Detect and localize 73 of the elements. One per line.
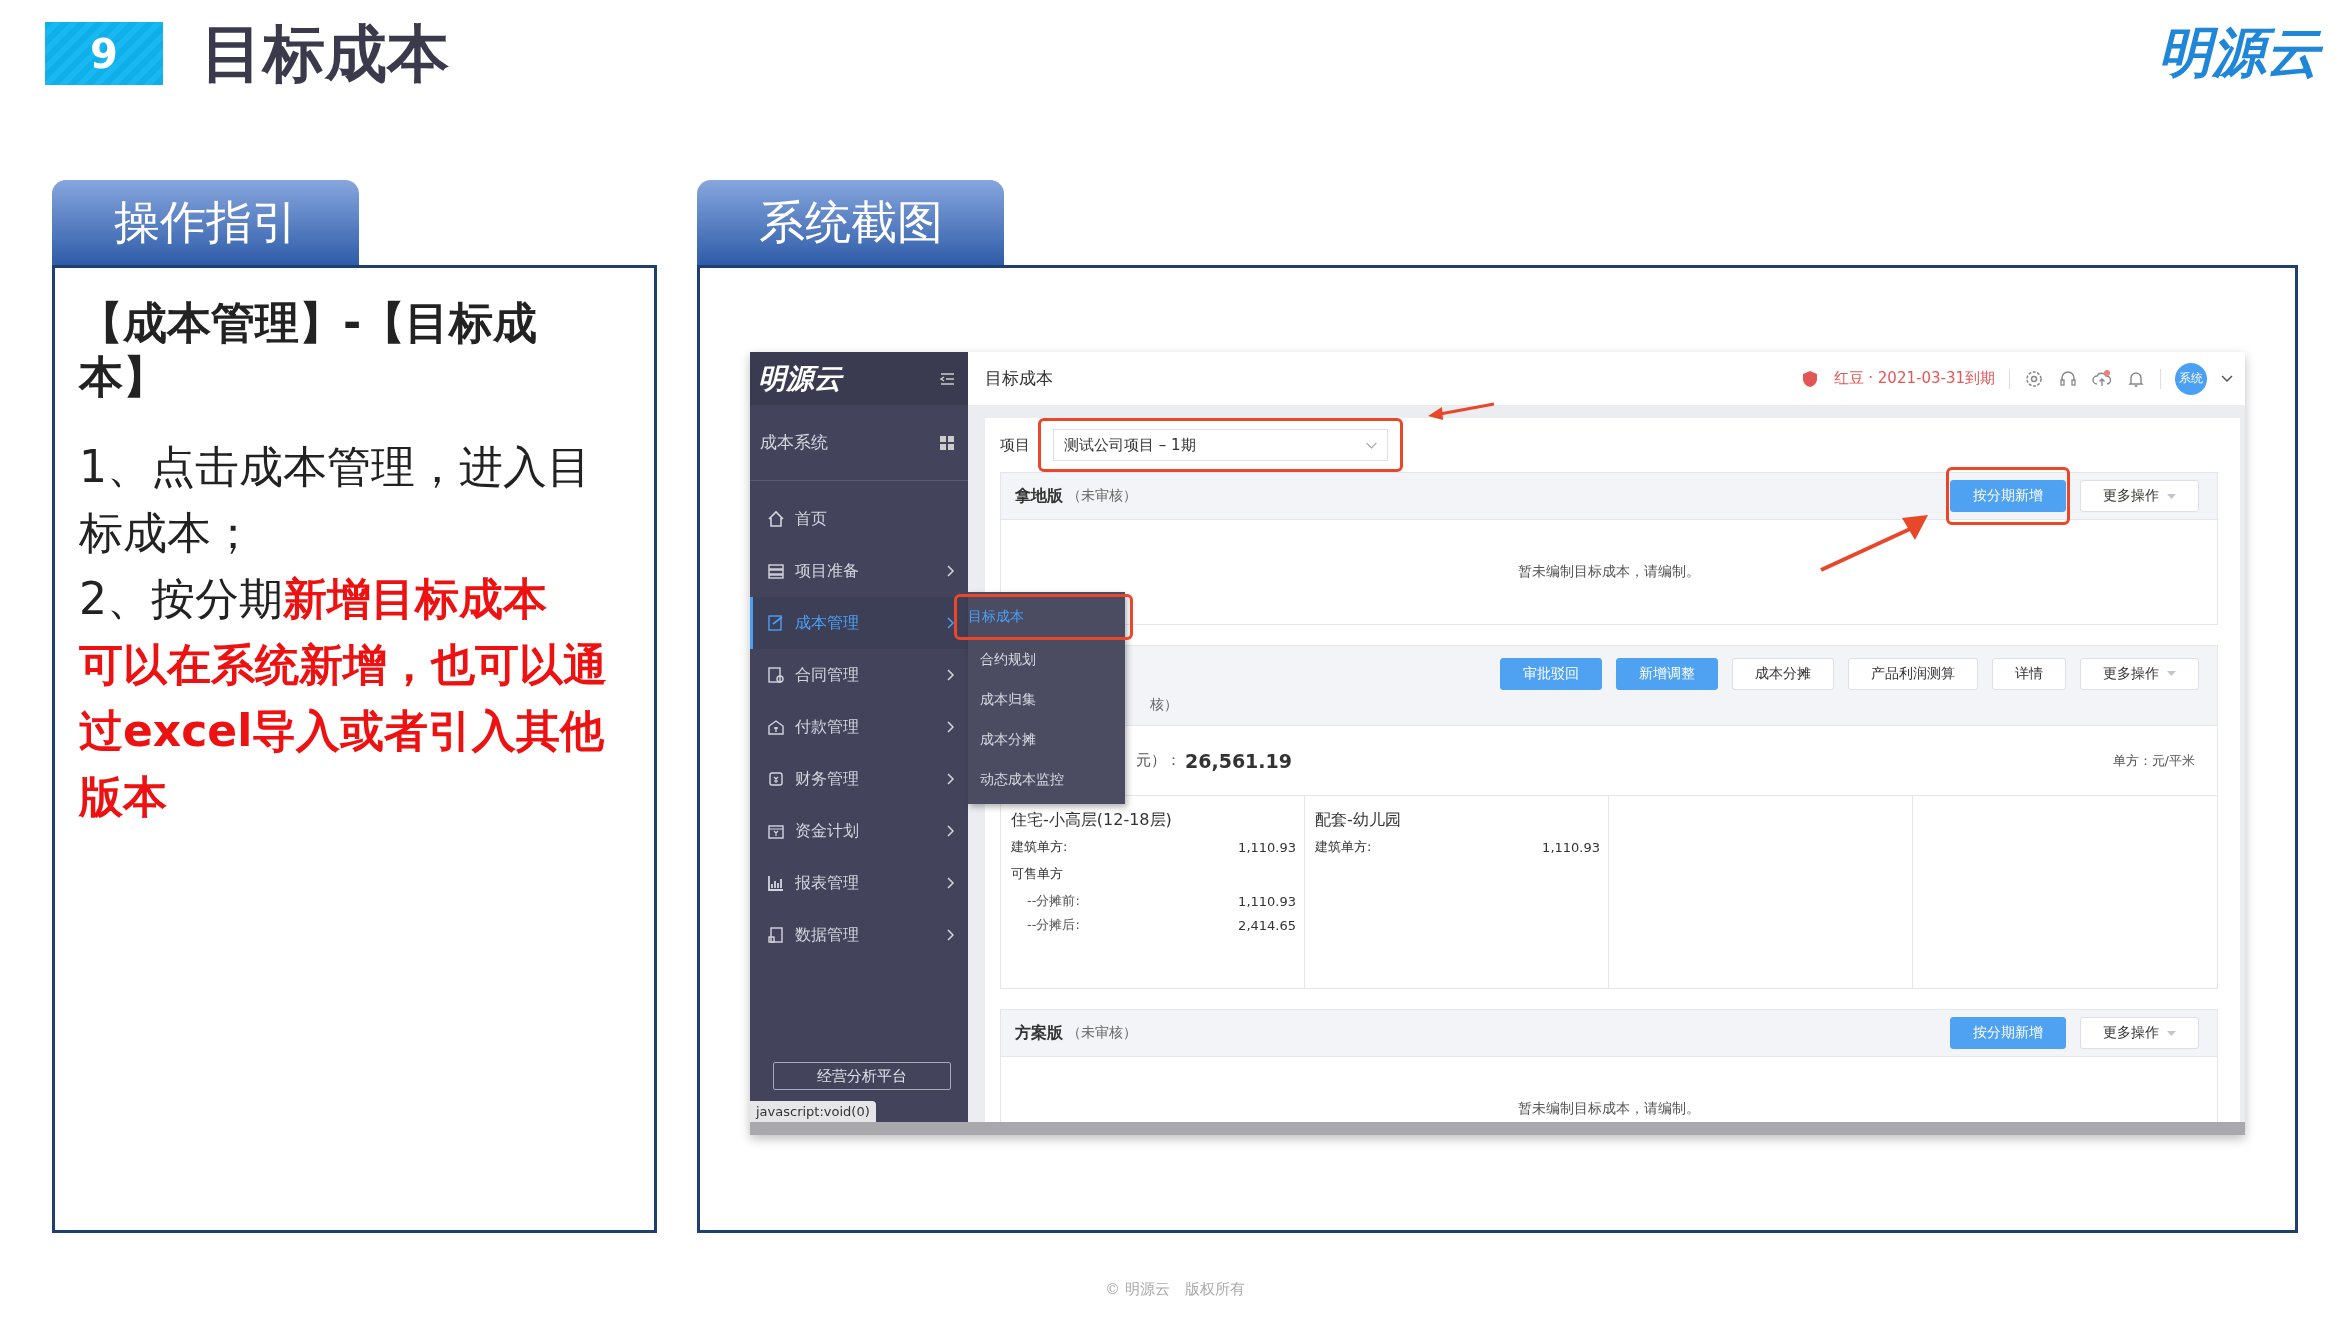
menu-item-icon: [767, 822, 785, 840]
empty-message: 暂未编制目标成本，请编制。: [1518, 1100, 1700, 1118]
product-name: 住宅-小高层(12-18层): [1011, 810, 1173, 831]
grid-icon[interactable]: [938, 433, 956, 452]
dropdown-button[interactable]: 更多操作: [2080, 657, 2199, 690]
metric-label: 可售单方: [1011, 865, 1063, 883]
cloud-upload-icon[interactable]: [2092, 368, 2112, 389]
action-button[interactable]: 产品利润测算: [1848, 657, 1978, 690]
submenu-item[interactable]: 成本归集: [968, 680, 1125, 720]
sidebar-item[interactable]: 成本管理: [750, 597, 968, 649]
metric-label: 建筑单方:: [1011, 838, 1068, 856]
metric-label: --分摊前:: [1026, 892, 1080, 910]
system-name: 成本系统: [760, 431, 828, 454]
status-label: （未审核）: [1067, 1024, 1137, 1042]
caret-icon: [2167, 671, 2176, 676]
metric-value: 1,110.93: [1238, 839, 1296, 855]
headset-icon[interactable]: [2058, 368, 2078, 389]
copyright-footer: © 明源云 版权所有: [0, 1280, 2350, 1299]
menu-item-icon: [767, 718, 785, 736]
chevron-icon: [1366, 441, 1377, 449]
app-logo: 明源云: [758, 360, 842, 397]
total-value: 26,561.19: [1185, 749, 1292, 772]
submenu-item[interactable]: 成本分摊: [968, 720, 1125, 760]
version-title: 方案版: [1015, 1022, 1063, 1044]
submenu-item[interactable]: 合约规划: [968, 640, 1125, 680]
settings-icon[interactable]: [2024, 368, 2044, 389]
metric-value: 2,414.65: [1238, 917, 1296, 933]
total-label: 元）：: [1136, 751, 1181, 770]
metric-label: 建筑单方:: [1315, 838, 1372, 856]
sidebar-item[interactable]: 资金计划: [750, 805, 968, 857]
menu-item-icon: [767, 926, 785, 944]
unit-label: 单方：元/平米: [2112, 751, 2195, 770]
slide-title: 目标成本: [201, 15, 449, 92]
sidebar-item[interactable]: 报表管理: [750, 857, 968, 909]
action-button[interactable]: 成本分摊: [1732, 657, 1834, 690]
version-title: 拿地版: [1015, 485, 1063, 507]
menu-item-icon: [767, 614, 785, 632]
caret-icon: [2167, 1030, 2176, 1036]
guide-step: 1、点击成本管理，进入目标成本；: [79, 434, 619, 566]
menu-item-icon: [767, 666, 785, 684]
page-title: 目标成本: [985, 367, 1053, 390]
status-label: 核）: [1150, 695, 1178, 712]
sidebar-item[interactable]: 数据管理: [750, 909, 968, 961]
sidebar-item[interactable]: 合同管理: [750, 649, 968, 701]
sidebar-item[interactable]: 付款管理: [750, 701, 968, 753]
metric-value: 1,110.93: [1542, 839, 1600, 855]
project-label: 项目: [1000, 435, 1030, 455]
caret-icon: [2167, 493, 2176, 499]
submenu-item[interactable]: 动态成本监控: [968, 760, 1125, 800]
guide-heading: 【成本管理】-【目标成本】: [79, 296, 539, 404]
empty-message: 暂未编制目标成本，请编制。: [1518, 563, 1700, 581]
sidebar-item[interactable]: 首页: [750, 493, 968, 545]
platform-button[interactable]: 经营分析平台: [773, 1062, 951, 1090]
status-tooltip: javascript:void(0): [750, 1101, 876, 1122]
sidebar-item[interactable]: 财务管理: [750, 753, 968, 805]
slide-number: 9: [45, 22, 163, 85]
action-button[interactable]: 详情: [1992, 657, 2066, 690]
project-select[interactable]: 测试公司项目 – 1期: [1053, 429, 1388, 461]
expiry-notice: 红豆 · 2021-03-31到期: [1833, 369, 1995, 388]
menu-item-icon: [767, 562, 785, 580]
menu-item-icon: [767, 874, 785, 892]
menu-item-icon: [767, 510, 785, 528]
dropdown-button[interactable]: 更多操作: [2080, 480, 2199, 512]
metric-value: 1,110.93: [1238, 893, 1296, 909]
guide-step: 2、按分期新增目标成本: [79, 566, 619, 632]
chevron-icon[interactable]: [2221, 374, 2233, 383]
dropdown-button[interactable]: 更多操作: [2080, 1017, 2199, 1049]
guide-note: 可以在系统新增，也可以通过excel导入或者引入其他版本: [79, 638, 608, 824]
menu-item-icon: [767, 770, 785, 788]
metric-label: --分摊后:: [1026, 916, 1080, 934]
product-name: 配套-幼儿园: [1315, 810, 1402, 831]
status-label: （未审核）: [1067, 487, 1137, 505]
sidebar-item[interactable]: 项目准备: [750, 545, 968, 597]
